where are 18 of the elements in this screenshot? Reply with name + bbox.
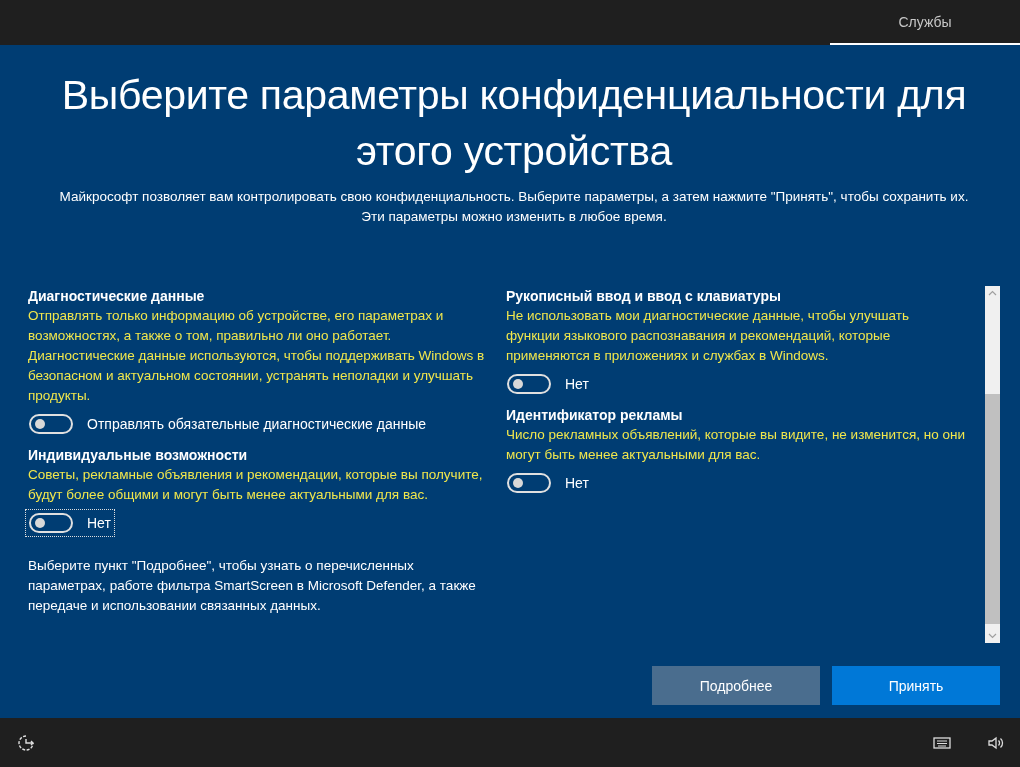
section-heading: Диагностические данные <box>28 287 205 306</box>
section-description: Отправлять только информацию об устройстве, его параметрах и возможностях, а также о том, правильно ли оно работает. Диагностические данные используются, чтобы поддерживать Windows в безопасном и актуальном состоянии, устранять неполадки и улучшать продукты. <box>28 307 486 405</box>
toggle-switch[interactable]: Нет <box>503 370 593 398</box>
section-heading: Индивидуальные возможности <box>28 446 248 465</box>
section-description: Не использовать мои диагностические данные, чтобы улучшать функции языкового распознавания и рекомендаций, которые применяются в приложениях и службах в Windows. <box>506 307 910 365</box>
section-heading: Рукописный ввод и ввод с клавиатуры <box>506 287 781 306</box>
learn-more-button[interactable]: Подробнее <box>652 666 820 705</box>
page-title: Выберите параметры конфиденциальности для этого устройства <box>60 71 968 176</box>
accept-button[interactable]: Принять <box>832 666 1000 705</box>
section-description: Советы, рекламные объявления и рекомендации, которые вы получите, будут более общими и могут быть менее актуальными для вас. <box>28 466 484 504</box>
toggle-switch[interactable]: Отправлять обязательные диагностические данные <box>25 410 430 438</box>
section-description: Число рекламных объявлений, которые вы видите, не изменится, но они могут быть менее актуальными для вас. <box>506 426 966 464</box>
info-note: Выберите пункт "Подробнее", чтобы узнать о перечисленных параметрах, работе фильтра SmartScreen в Microsoft Defender, а также передаче и использовании связанных данных. <box>28 557 477 615</box>
accessibility-icon[interactable] <box>16 732 36 753</box>
page-subtitle: Майкрософт позволяет вам контролировать свою конфиденциальность. Выберите параметры, а затем нажмите "Принять", чтобы сохранить их. Эти параметры можно изменить в любое время. <box>58 188 970 226</box>
toggle-switch[interactable]: Нет <box>25 509 115 537</box>
toggle-switch[interactable]: Нет <box>503 469 593 497</box>
section-heading: Идентификатор рекламы <box>506 406 683 425</box>
